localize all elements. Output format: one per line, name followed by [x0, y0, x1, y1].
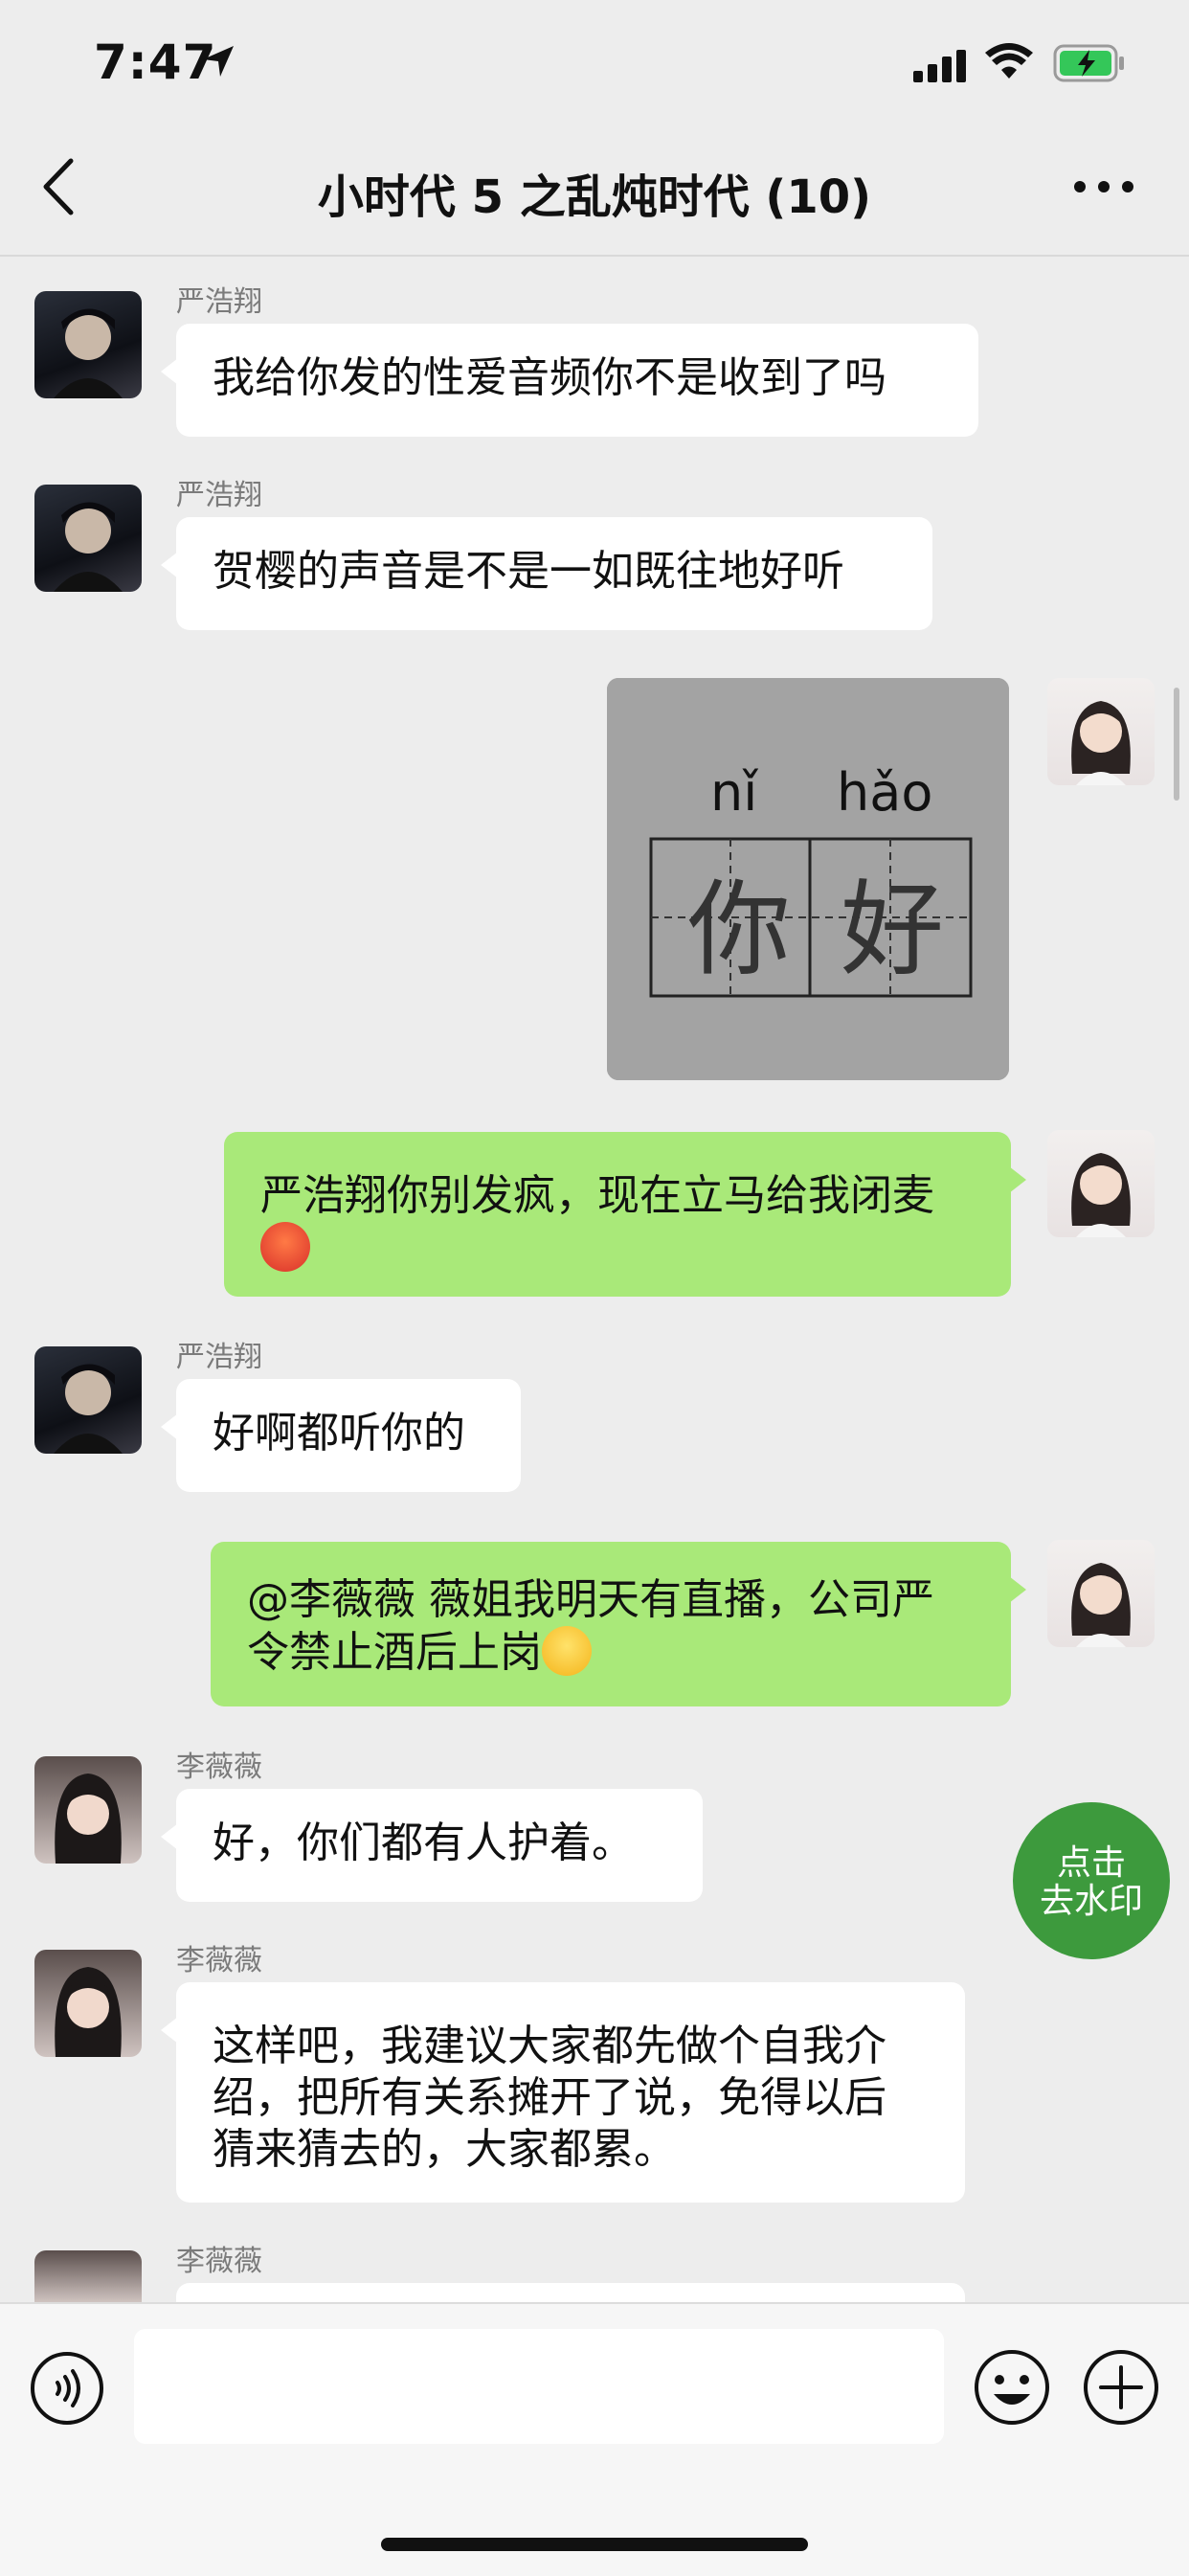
angry-face-emoji-icon: [260, 1222, 310, 1272]
plus-icon[interactable]: [1082, 2348, 1160, 2427]
signal-icon: [913, 50, 966, 82]
my-avatar[interactable]: [1047, 1540, 1155, 1647]
message-bubble[interactable]: 好啊都听你的: [161, 1379, 521, 1492]
location-arrow-icon: [203, 46, 234, 77]
pouting-face-emoji-icon: [542, 1626, 592, 1676]
sender-name: 严浩翔: [176, 1341, 262, 1374]
message-bubble[interactable]: [176, 2283, 965, 2302]
message-text-line: 绍，把所有关系摊开了说，免得以后: [213, 2073, 886, 2122]
message-text-line: 这样吧，我建议大家都先做个自我介: [213, 2022, 886, 2070]
avatar[interactable]: [34, 291, 142, 398]
pinyin-ni: nǐ: [710, 762, 758, 823]
avatar[interactable]: [34, 485, 142, 592]
my-message-bubble[interactable]: 严浩翔你别发疯，现在立马给我闭麦: [224, 1132, 1026, 1297]
sender-name: 严浩翔: [176, 285, 262, 319]
battery-charging-icon: [1053, 44, 1124, 82]
sender-name: 李薇薇: [176, 1751, 262, 1784]
sender-name: 李薇薇: [176, 1944, 262, 1977]
home-indicator: [381, 2538, 808, 2551]
avatar[interactable]: [34, 1346, 142, 1454]
handwriting-image: nǐ hǎo 你 好: [607, 678, 1009, 1080]
handwritten-char-hao: 好: [841, 870, 944, 990]
message-text-line: @李薇薇 薇姐我明天有直播，公司严: [247, 1575, 934, 1624]
voice-icon[interactable]: [29, 2350, 105, 2427]
message-text-line: 令禁止酒后上岗: [247, 1628, 542, 1677]
sender-name: 李薇薇: [176, 2245, 262, 2278]
handwritten-char-ni: 你: [687, 870, 791, 990]
message-bubble[interactable]: 贺樱的声音是不是一如既往地好听: [161, 517, 932, 630]
message-input[interactable]: [134, 2329, 944, 2444]
scroll-indicator[interactable]: [1174, 688, 1179, 801]
watermark-line2: 去水印: [1039, 1882, 1143, 1921]
more-icon[interactable]: [1070, 172, 1137, 201]
avatar[interactable]: [34, 1756, 142, 1864]
my-avatar[interactable]: [1047, 1130, 1155, 1237]
my-avatar[interactable]: [1047, 678, 1155, 785]
message-text-line: 猜来猜去的，大家都累。: [213, 2125, 676, 2174]
image-message[interactable]: nǐ hǎo 你 好: [607, 678, 1009, 1080]
emoji-icon[interactable]: [973, 2348, 1051, 2427]
chat-title: 小时代 5 之乱炖时代 (10): [317, 170, 872, 224]
watermark-line1: 点击: [1056, 1843, 1126, 1883]
message-text: 严浩翔你别发疯，现在立马给我闭麦: [260, 1171, 934, 1220]
wifi-icon: [985, 43, 1033, 79]
message-bubble[interactable]: 这样吧，我建议大家都先做个自我介 绍，把所有关系摊开了说，免得以后 猜来猜去的，…: [161, 1982, 965, 2203]
pinyin-hao: hǎo: [837, 762, 932, 823]
remove-watermark-button[interactable]: 点击 去水印: [1013, 1802, 1170, 1959]
sender-name: 严浩翔: [176, 479, 262, 512]
avatar[interactable]: [34, 2250, 142, 2302]
my-message-bubble[interactable]: @李薇薇 薇姐我明天有直播，公司严 令禁止酒后上岗: [211, 1542, 1026, 1706]
message-bubble[interactable]: 好，你们都有人护着。: [161, 1789, 703, 1902]
message-bubble[interactable]: 我给你发的性爱音频你不是收到了吗: [161, 324, 978, 437]
avatar[interactable]: [34, 1950, 142, 2057]
